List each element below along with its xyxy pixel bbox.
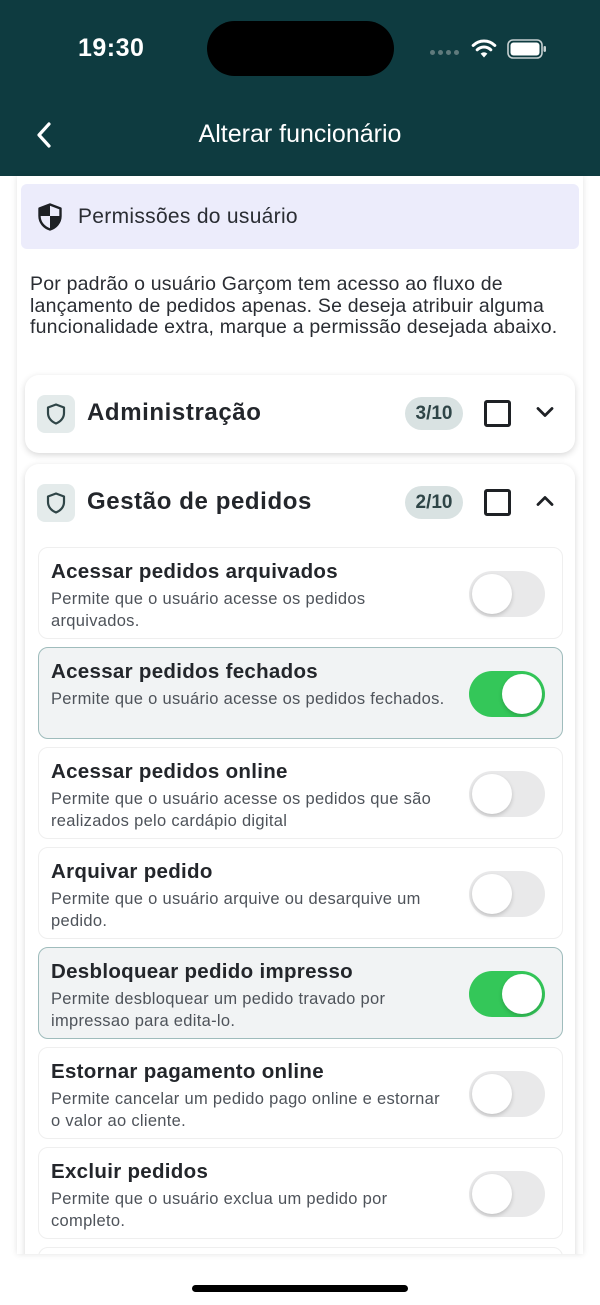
dynamic-island [207,21,394,76]
permission-title: Excluir pedidos [51,1160,209,1183]
permission-description: Permite cancelar um pedido pago online e… [51,1090,440,1130]
chevron-down-icon[interactable] [533,400,557,424]
permissions-banner: Permissões do usuário [21,184,579,249]
permission-toggle[interactable] [469,971,545,1017]
permission-description: Permite que o usuário acesse os pedidos … [51,590,366,630]
permission-item: Desbloquear pedido impresso Permite desb… [38,947,563,1039]
toggle-knob [502,974,542,1014]
page-title: Alterar funcionário [198,120,402,148]
permission-toggle[interactable] [469,1171,545,1217]
toggle-knob [472,1174,512,1214]
permission-toggle[interactable] [469,771,545,817]
group-select-checkbox[interactable] [484,400,511,427]
status-time: 19:30 [78,34,145,62]
permission-description: Permite que o usuário exclua um pedido p… [51,1190,388,1230]
permission-title: Acessar pedidos online [51,760,288,783]
content-sheet: Permissões do usuário Por padrão o usuár… [17,176,583,1254]
toggle-knob [472,874,512,914]
shield-outline-icon [37,484,75,522]
permission-item: Acessar pedidos online Permite que o usu… [38,747,563,839]
permission-title: Acessar pedidos fechados [51,660,318,683]
toggle-knob [502,674,542,714]
group-select-checkbox[interactable] [484,489,511,516]
permission-toggle[interactable] [469,871,545,917]
toggle-knob [472,1074,512,1114]
permission-title: Acessar pedidos arquivados [51,560,338,583]
permission-group-administracao: Administração 3/10 [25,375,575,453]
battery-icon [507,39,546,59]
toggle-knob [472,574,512,614]
shield-outline-icon [37,395,75,433]
group-header[interactable]: Gestão de pedidos 2/10 [25,464,575,542]
permission-group-gestao-de-pedidos: Gestão de pedidos 2/10 Acessar pedidos a… [25,464,575,1254]
permissions-intro-text: Por padrão o usuário Garçom tem acesso a… [30,273,558,338]
permission-description: Permite que o usuário acesse os pedidos … [51,790,432,830]
permission-title: Arquivar pedido [51,860,213,883]
home-indicator [192,1285,408,1292]
cellular-signal-icon [430,50,459,55]
toggle-knob [472,774,512,814]
permission-item: Excluir pedidos Permite que o usuário ex… [38,1147,563,1239]
group-count-badge: 3/10 [405,397,463,430]
permission-toggle[interactable] [469,671,545,717]
permission-toggle[interactable] [469,571,545,617]
permission-description: Permite desbloquear um pedido travado po… [51,990,386,1030]
permission-item [38,1247,563,1254]
chevron-up-icon[interactable] [533,489,557,513]
wifi-icon [471,39,497,58]
permissions-banner-title: Permissões do usuário [78,204,298,228]
permission-title: Desbloquear pedido impresso [51,960,353,983]
permission-item: Estornar pagamento online Permite cancel… [38,1047,563,1139]
group-count-badge: 2/10 [405,486,463,519]
permission-title: Estornar pagamento online [51,1060,324,1083]
permission-item: Arquivar pedido Permite que o usuário ar… [38,847,563,939]
group-title: Gestão de pedidos [87,488,312,515]
permission-description: Permite que o usuário arquive ou desarqu… [51,890,421,930]
permission-item: Acessar pedidos arquivados Permite que o… [38,547,563,639]
permission-item: Acessar pedidos fechados Permite que o u… [38,647,563,739]
app-header: 19:30 Alterar funcionário [0,0,600,176]
shield-half-icon [38,202,62,231]
permission-description: Permite que o usuário acesse os pedidos … [51,690,445,708]
group-title: Administração [87,399,262,426]
group-header[interactable]: Administração 3/10 [25,375,575,453]
permission-toggle[interactable] [469,1071,545,1117]
